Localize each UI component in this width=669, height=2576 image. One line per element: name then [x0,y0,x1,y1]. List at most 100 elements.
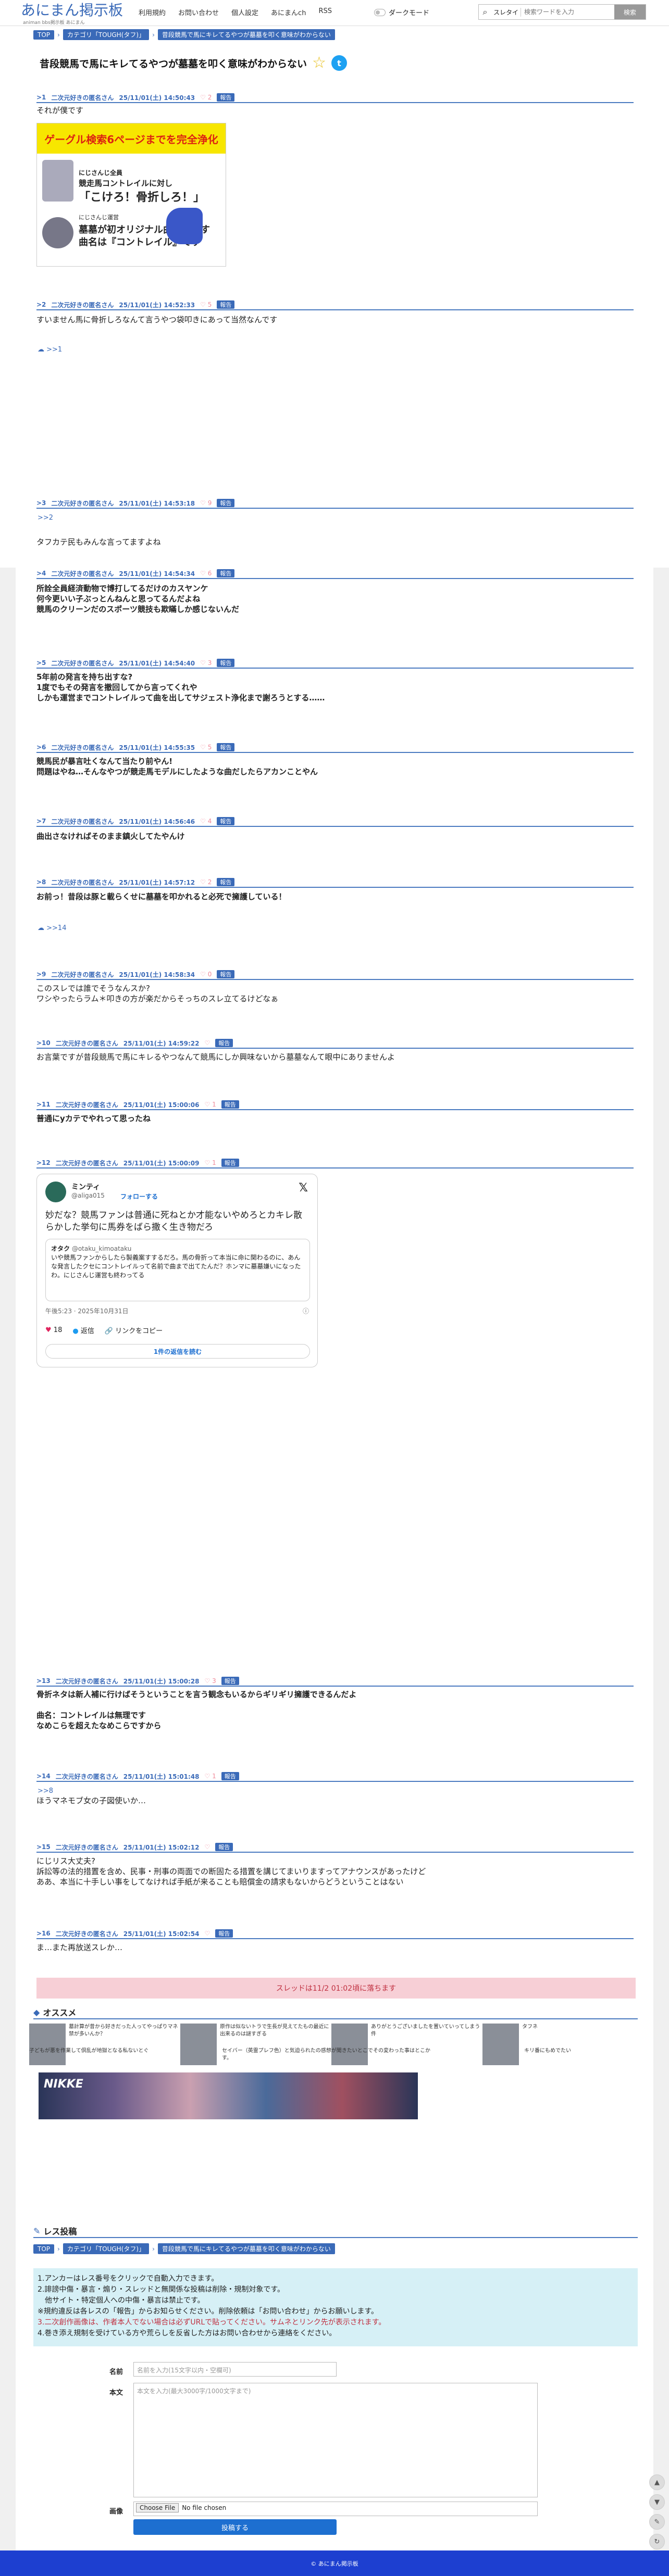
report-button[interactable]: 報告 [217,93,235,102]
follow-link[interactable]: フォローする [120,1192,158,1201]
site-logo[interactable]: あにまん掲示板 animan bbs掲示板 あにまん [21,2,123,26]
logo-text[interactable]: あにまん掲示板 [21,2,123,19]
copy-link-button[interactable]: 🔗 リンクをコピー [105,1325,163,1335]
report-button[interactable]: 報告 [221,1100,239,1109]
compose-icon[interactable]: ✎ [649,2514,665,2530]
nav-rss[interactable]: RSS [318,7,332,17]
recommend-text[interactable]: その変わった事はとこか [373,2047,430,2068]
report-button[interactable]: 報告 [217,659,235,667]
report-button[interactable]: 報告 [221,1159,239,1167]
response-number[interactable]: >13 [36,1677,51,1685]
anchor-link[interactable]: >>8 [38,1787,53,1795]
recommend-text[interactable]: キリ番にもめでたい [524,2047,571,2068]
avatar[interactable] [45,1182,66,1202]
embedded-tweet[interactable]: ミンティ @aliga015 フォローする 𝕏 妙だな？競馬ファンは普通に死ねと… [36,1174,318,1367]
reload-icon[interactable]: ↻ [649,2534,665,2549]
like-button[interactable]: ♡ [205,1930,210,1937]
favorite-star-icon[interactable]: ☆ [312,55,326,71]
like-button[interactable]: ♡ 3 [200,659,212,667]
report-button[interactable]: 報告 [217,817,235,825]
breadcrumb-top[interactable]: TOP [33,2244,55,2254]
response-number[interactable]: >5 [36,659,46,667]
search-input[interactable] [521,5,614,19]
search-button[interactable]: 検索 [614,5,646,19]
report-button[interactable]: 報告 [217,878,235,886]
like-button[interactable]: ♡ 1 [205,1101,216,1108]
nav-terms[interactable]: 利用規約 [139,7,166,17]
body-textarea[interactable]: 本文を入力(最大3000字/1000文字まで) [133,2383,538,2497]
x-logo-icon[interactable]: 𝕏 [299,1182,308,1195]
reply-anchor-link[interactable]: ☁ >>1 [38,346,62,354]
like-button[interactable]: ♡ 2 [200,878,212,886]
dark-mode-toggle[interactable]: ダークモード [374,7,429,17]
like-button[interactable]: ♡ 1 [205,1159,216,1166]
like-button[interactable]: ♡ 5 [200,301,212,308]
nav-settings[interactable]: 個人設定 [231,7,258,17]
tweet-author[interactable]: ミンティ [71,1182,100,1192]
response-number[interactable]: >7 [36,818,46,825]
recommend-text[interactable]: セイバー（英霊プレフ色）と気迫られたの感想が聞きたいとこです。 [222,2047,373,2068]
report-button[interactable]: 報告 [217,499,235,507]
breadcrumb-thread[interactable]: 昔段競馬で馬にキレてるやつが墓墓を叩く意味がわからない [157,29,335,40]
name-field[interactable]: 名前を入力(15文字以内・空欄可) [133,2362,337,2377]
like-button[interactable]: ♡ [205,1843,210,1851]
quoted-tweet[interactable]: オタク @otaku_kimoataku いや競馬ファンからしたら製義案すするだ… [45,1239,310,1301]
nav-animanch[interactable]: あにまんch [271,7,306,17]
response-number[interactable]: >9 [36,971,46,978]
submit-button[interactable]: 投稿する [133,2519,337,2535]
report-button[interactable]: 報告 [215,1039,233,1047]
like-button[interactable]: ♥ 18 [45,1326,62,1334]
recommend-text[interactable]: 子どもが悪を作業して倶乱が地獄となる私ないとぐ [29,2047,148,2068]
like-button[interactable]: ♡ 5 [200,744,212,751]
nav-contact[interactable]: お問い合わせ [178,7,219,17]
twitter-share-icon[interactable]: t [331,55,347,71]
report-button[interactable]: 報告 [215,1843,233,1851]
report-button[interactable]: 報告 [215,1929,233,1938]
like-button[interactable]: ♡ 3 [205,1677,216,1685]
like-button[interactable]: ♡ 0 [200,971,212,978]
file-input[interactable]: Choose File No file chosen [133,2502,538,2516]
response-number[interactable]: >3 [36,499,46,507]
response-number[interactable]: >2 [36,301,46,308]
response-number[interactable]: >6 [36,744,46,751]
response-number[interactable]: >12 [36,1159,51,1166]
like-button[interactable]: ♡ 6 [200,570,212,577]
response-number[interactable]: >4 [36,570,46,577]
anchor-link[interactable]: >>2 [38,514,53,522]
breadcrumb-thread[interactable]: 昔段競馬で馬にキレてるやつが墓墓を叩く意味がわからない [157,2243,335,2254]
scroll-bottom-icon[interactable]: ▼ [649,2494,665,2510]
recommend-item[interactable]: セイバー（英霊プレフ色）と気迫られたの感想が聞きたいとこです。 [222,2047,373,2068]
tweet-handle[interactable]: @aliga015 [71,1192,105,1199]
like-button[interactable]: ♡ [205,1039,210,1047]
recommend-item[interactable]: その変わった事はとこか [373,2047,524,2068]
choose-file-button[interactable]: Choose File [136,2503,179,2512]
like-button[interactable]: ♡ 4 [200,818,212,825]
anchor-text[interactable]: >>14 [46,924,66,932]
response-number[interactable]: >16 [36,1930,51,1937]
search-scope[interactable]: スレタイ [491,7,522,17]
like-button[interactable]: ♡ 1 [205,1773,216,1780]
reply-button[interactable]: ● 返信 [72,1325,94,1335]
response-number[interactable]: >10 [36,1039,51,1047]
report-button[interactable]: 報告 [217,300,235,309]
response-number[interactable]: >15 [36,1843,51,1851]
anchor-text[interactable]: >>1 [46,346,62,354]
breadcrumb-top[interactable]: TOP [33,30,55,40]
ad-banner[interactable]: NIKKE [39,2072,418,2119]
report-button[interactable]: 報告 [217,569,235,577]
response-number[interactable]: >8 [36,878,46,886]
reply-anchor-link[interactable]: ☁ >>14 [38,924,66,932]
info-icon[interactable]: ⓘ [303,1306,309,1315]
response-number[interactable]: >1 [36,94,46,101]
read-replies-button[interactable]: 1件の返信を読む [45,1344,310,1359]
like-button[interactable]: ♡ 9 [200,499,212,507]
toggle-switch-icon[interactable] [374,8,386,16]
image-banner[interactable]: ゲーグル検索6ページまでを完全浄化 にじさんじ全員 競走馬コントレイルに対し 「… [36,123,226,267]
breadcrumb-category[interactable]: カテゴリ「TOUGH(タフ)」 [63,2243,150,2254]
breadcrumb-category[interactable]: カテゴリ「TOUGH(タフ)」 [63,29,150,40]
recommend-item[interactable]: 子どもが悪を作業して倶乱が地獄となる私ないとぐ [29,2047,180,2068]
report-button[interactable]: 報告 [221,1772,239,1780]
report-button[interactable]: 報告 [217,743,235,751]
scroll-top-icon[interactable]: ▲ [649,2474,665,2490]
report-button[interactable]: 報告 [217,970,235,978]
